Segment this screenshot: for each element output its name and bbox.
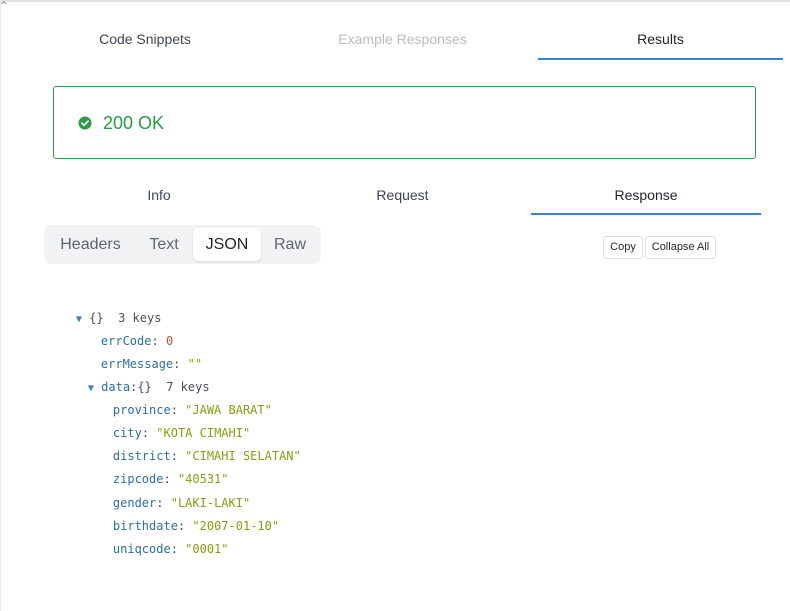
tab-results[interactable]: Results <box>538 20 783 60</box>
status-banner: 200 OK <box>53 86 756 159</box>
left-border <box>0 0 1 611</box>
format-text[interactable]: Text <box>136 228 192 261</box>
status-text: 200 OK <box>103 113 165 133</box>
collapse-all-button[interactable]: Collapse All <box>645 236 716 259</box>
tab-code-snippets[interactable]: Code Snippets <box>50 20 240 60</box>
tab-response[interactable]: Response <box>531 177 761 215</box>
tab-example-responses[interactable]: Example Responses <box>300 20 505 60</box>
format-json[interactable]: JSON <box>193 228 261 261</box>
json-colon: : <box>170 542 186 556</box>
results-tabs: Code Snippets Example Responses Results <box>0 20 790 60</box>
caret-up-icon: ^ <box>0 1 8 11</box>
json-value: "0001" <box>185 542 229 556</box>
format-headers[interactable]: Headers <box>52 228 129 261</box>
copy-button[interactable]: Copy <box>603 236 643 259</box>
json-row-uniqcode: uniqcode: "0001" <box>84 525 229 573</box>
detail-tabs: Info Request Response <box>0 177 790 217</box>
json-key: uniqcode <box>112 542 171 556</box>
format-selector: Headers Text JSON Raw <box>44 225 321 264</box>
format-raw[interactable]: Raw <box>265 228 315 261</box>
top-border <box>0 0 790 2</box>
tab-request[interactable]: Request <box>300 177 505 215</box>
check-circle-icon <box>78 116 92 130</box>
tab-info[interactable]: Info <box>60 177 258 215</box>
